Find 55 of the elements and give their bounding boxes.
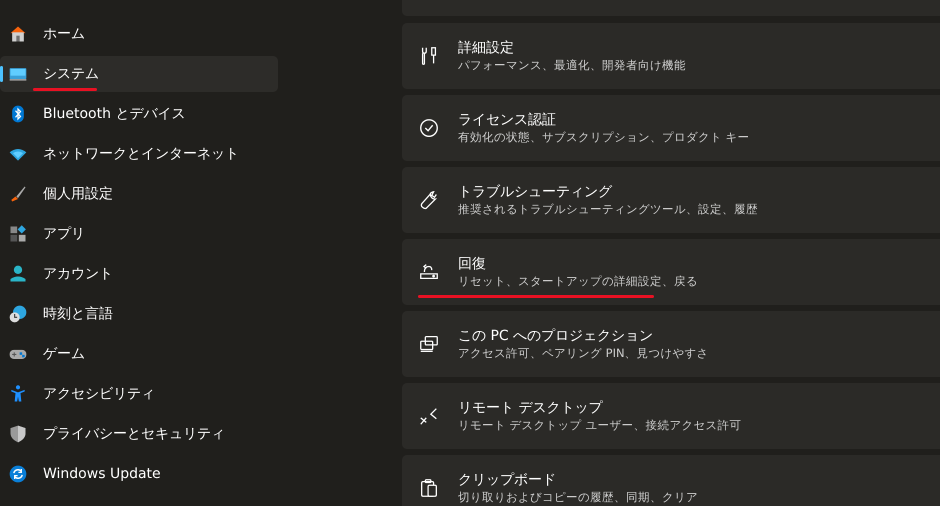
card-description: 切り取りおよびコピーの履歴、同期、クリア <box>458 489 698 506</box>
clipboard-icon <box>418 477 440 499</box>
update-icon <box>8 464 28 484</box>
settings-card[interactable]: リモート デスクトップ リモート デスクトップ ユーザー、接続アクセス許可 <box>402 383 940 449</box>
sidebar-label: 個人用設定 <box>43 184 113 204</box>
sidebar-item[interactable]: アプリ <box>0 216 278 252</box>
sidebar-label: Windows Update <box>43 464 161 484</box>
card-title: トラブルシューティング <box>458 182 614 202</box>
card-title: ライセンス認証 <box>458 110 557 130</box>
settings-card[interactable]: 回復 リセット、スタートアップの詳細設定、戻る <box>402 239 940 305</box>
person-icon <box>8 264 28 284</box>
card-description: リモート デスクトップ ユーザー、接続アクセス許可 <box>458 417 742 434</box>
sidebar-item[interactable]: システム <box>0 56 278 92</box>
card-title: 詳細設定 <box>458 38 515 58</box>
card-title: 回復 <box>458 254 487 274</box>
card-description: リセット、スタートアップの詳細設定、戻る <box>458 273 698 290</box>
card-title: リモート デスクトップ <box>458 398 604 418</box>
sidebar-item[interactable]: 個人用設定 <box>0 176 278 212</box>
sidebar-item[interactable]: Windows Update <box>0 456 278 492</box>
sidebar-label: アカウント <box>43 264 113 284</box>
settings-card[interactable]: ライセンス認証 有効化の状態、サブスクリプション、プロダクト キー <box>402 95 940 161</box>
check-circle-icon <box>418 117 440 139</box>
card-description: アクセス許可、ペアリング PIN、見つけやすさ <box>458 345 709 362</box>
sidebar-item[interactable]: アカウント <box>0 256 278 292</box>
sidebar-label: ネットワークとインターネット <box>43 144 239 164</box>
settings-card[interactable]: トラブルシューティング 推奨されるトラブルシューティングツール、設定、履歴 <box>402 167 940 233</box>
settings-card[interactable]: 詳細設定 パフォーマンス、最適化、開発者向け機能 <box>402 23 940 89</box>
sidebar-item[interactable]: 時刻と言語 <box>0 296 278 332</box>
apps-icon <box>8 224 28 244</box>
card-title: クリップボード <box>458 470 557 490</box>
sidebar-label: 時刻と言語 <box>43 304 113 324</box>
sidebar-label: ゲーム <box>43 344 85 364</box>
shield-icon <box>8 424 28 444</box>
sidebar-label: アプリ <box>43 224 85 244</box>
card-description: パフォーマンス、最適化、開発者向け機能 <box>458 57 686 74</box>
settings-card[interactable]: この PC へのプロジェクション アクセス許可、ペアリング PIN、見つけやすさ <box>402 311 940 377</box>
sidebar-label: アクセシビリティ <box>43 384 155 404</box>
sidebar-label: プライバシーとセキュリティ <box>43 424 225 444</box>
card-title: この PC へのプロジェクション <box>458 326 654 346</box>
sidebar-label: システム <box>43 64 99 84</box>
card-description: 有効化の状態、サブスクリプション、プロダクト キー <box>458 129 750 146</box>
sidebar-label: Bluetooth とデバイス <box>43 104 186 124</box>
sidebar-item[interactable]: ゲーム <box>0 336 278 372</box>
sidebar-item[interactable]: プライバシーとセキュリティ <box>0 416 278 452</box>
home-icon <box>8 24 28 44</box>
globe-clock-icon <box>8 304 28 324</box>
screens-icon <box>418 333 440 355</box>
sidebar-item[interactable]: ホーム <box>0 16 278 52</box>
selection-indicator <box>0 66 3 82</box>
settings-card[interactable]: クリップボード 切り取りおよびコピーの履歴、同期、クリア <box>402 455 940 506</box>
sidebar-label: ホーム <box>43 24 85 44</box>
sidebar-item[interactable]: ネットワークとインターネット <box>0 136 278 172</box>
card-description: 推奨されるトラブルシューティングツール、設定、履歴 <box>458 201 758 218</box>
sidebar-item[interactable]: Bluetooth とデバイス <box>0 96 278 132</box>
sidebar-item[interactable]: アクセシビリティ <box>0 376 278 412</box>
